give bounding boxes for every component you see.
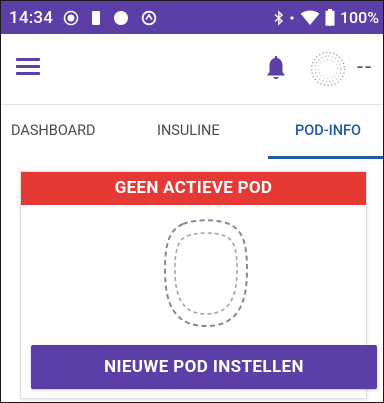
status-bar: 14:34 100% <box>1 1 383 34</box>
tab-insuline[interactable]: INSULINE <box>157 105 220 160</box>
set-up-new-pod-button[interactable]: NIEUWE POD INSTELLEN <box>31 345 377 389</box>
active-tab-indicator <box>268 156 383 159</box>
status-notification-icons <box>63 10 157 26</box>
tab-dashboard[interactable]: DASHBOARD <box>11 105 96 160</box>
empty-pod-icon <box>163 219 249 328</box>
radio-icon <box>63 10 79 25</box>
no-active-pod-banner: GEEN ACTIEVE POD <box>21 172 366 205</box>
circle-dot-icon <box>114 10 129 25</box>
status-placeholder: -- <box>357 55 374 80</box>
phone-screen: 14:34 100% -- DASHBOARD INSULINE POD-INF… <box>0 0 384 403</box>
hamburger-menu-icon[interactable] <box>16 58 40 76</box>
wifi-icon <box>300 10 320 25</box>
bell-icon[interactable] <box>265 56 287 82</box>
status-time: 14:34 <box>9 7 54 28</box>
vibrate-indicator-icon <box>290 15 294 20</box>
app-bar: -- <box>1 34 383 104</box>
pod-status-icon[interactable] <box>308 49 348 89</box>
tab-bar: DASHBOARD INSULINE POD-INFO <box>1 104 383 160</box>
battery-percent: 100% <box>339 8 379 27</box>
pod-status-card: GEEN ACTIEVE POD NIEUWE POD INSTELLEN <box>20 171 377 399</box>
tab-pod-info[interactable]: POD-INFO <box>295 105 361 160</box>
data-saver-icon <box>141 10 157 25</box>
sim-card-icon <box>92 10 101 25</box>
battery-icon <box>325 9 335 26</box>
status-system-icons: 100% <box>274 8 379 27</box>
bluetooth-icon <box>274 9 283 26</box>
